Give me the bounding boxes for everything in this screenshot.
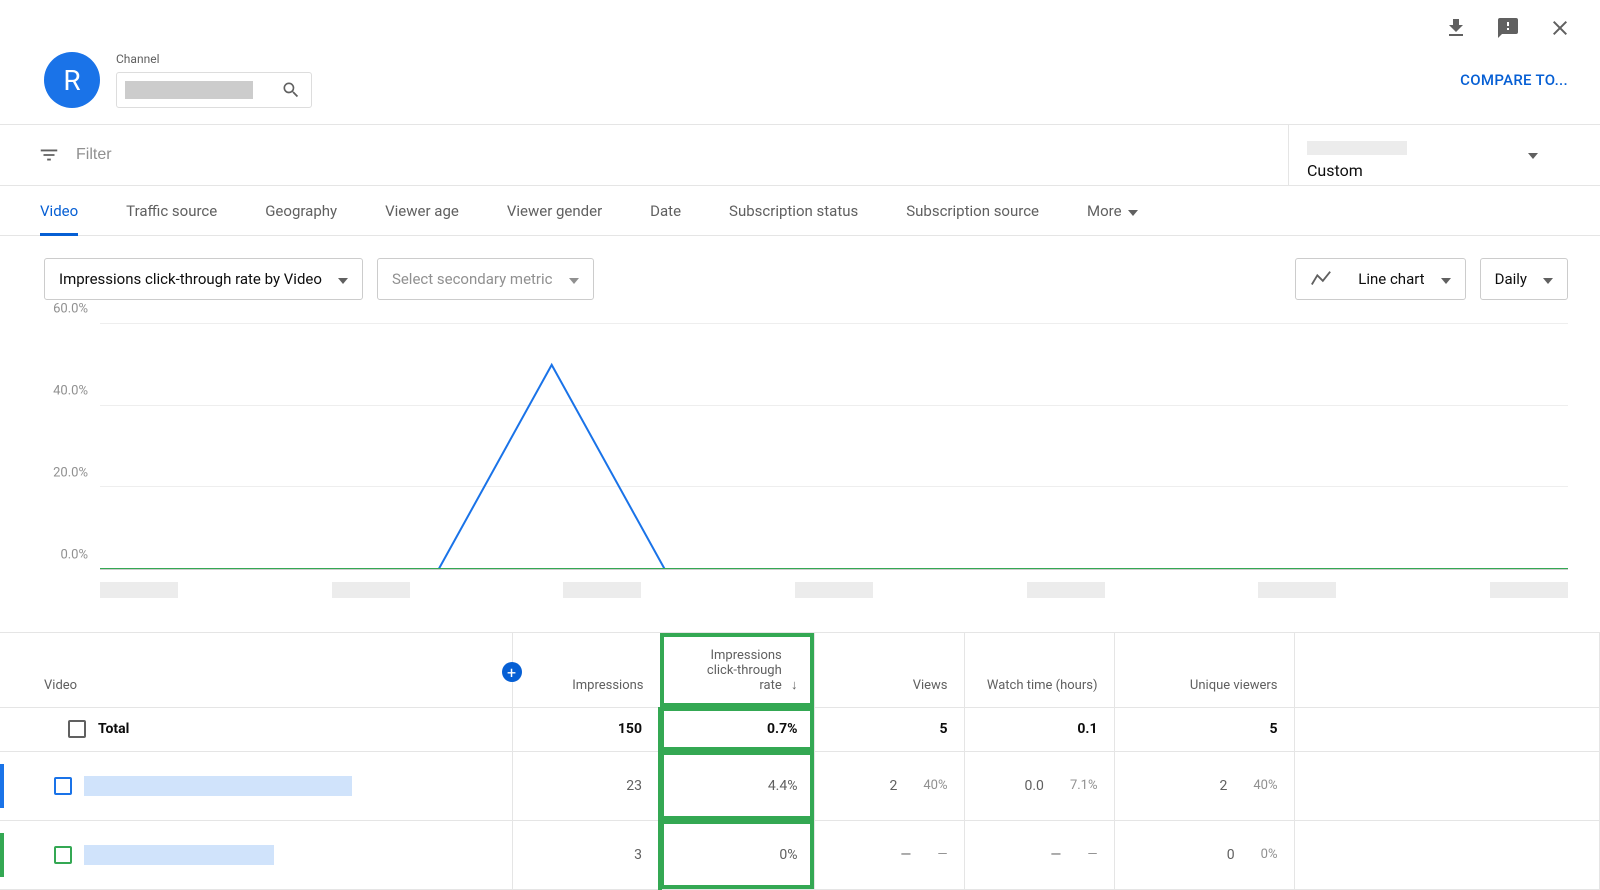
table-row[interactable]: 3 0% —— —— 00% [0,820,1600,889]
y-tick: 60.0% [53,302,88,317]
col-unique-viewers[interactable]: Unique viewers [1114,633,1294,707]
row-checkbox[interactable] [54,846,72,864]
primary-metric-dropdown[interactable]: Impressions click-through rate by Video [44,258,363,300]
tab-viewer-age[interactable]: Viewer age [385,186,459,235]
series-color-bar [0,764,4,808]
tab-geography[interactable]: Geography [265,186,337,235]
total-watch-time: 0.1 [964,707,1114,751]
sort-desc-icon: ↓ [791,678,798,693]
x-tick-redacted [1258,582,1336,598]
col-ctr-label: Impressions click-through rate [682,648,782,693]
tab-traffic-source[interactable]: Traffic source [126,186,217,235]
row-views: —— [814,820,964,889]
tab-video[interactable]: Video [40,186,78,235]
channel-name-redacted [125,81,253,99]
x-axis [100,582,1568,604]
col-video-label: Video [44,678,77,693]
chevron-down-icon [1528,147,1554,163]
metrics-table: Video + Impressions Impressions click-th… [0,633,1600,890]
date-range-selector[interactable]: Custom [1288,125,1568,185]
col-impressions[interactable]: Impressions [512,633,660,707]
y-tick: 20.0% [53,466,88,481]
x-tick-redacted [1027,582,1105,598]
row-unique: 240% [1114,751,1294,820]
tab-date[interactable]: Date [650,186,681,235]
video-title-redacted [84,776,352,796]
tab-more-label: More [1087,202,1122,220]
tab-viewer-gender[interactable]: Viewer gender [507,186,602,235]
line-chart[interactable]: 0.0% 20.0% 40.0% 60.0% [44,324,1568,604]
filter-icon[interactable] [38,144,60,166]
chart-type-label: Line chart [1358,270,1424,288]
row-unique: 00% [1114,820,1294,889]
date-range-redacted [1307,141,1407,155]
channel-search[interactable] [116,72,312,108]
checkbox-all[interactable] [68,720,86,738]
row-impressions: 3 [512,820,660,889]
row-ctr: 4.4% [660,751,814,820]
x-tick-redacted [795,582,873,598]
total-views: 5 [814,707,964,751]
chevron-down-icon [1543,270,1553,288]
table-row-total[interactable]: Total 150 0.7% 5 0.1 5 [0,707,1600,751]
col-watch-time[interactable]: Watch time (hours) [964,633,1114,707]
compare-to-button[interactable]: COMPARE TO... [1460,71,1568,89]
feedback-icon[interactable] [1496,16,1520,44]
tab-subscription-status[interactable]: Subscription status [729,186,858,235]
channel-avatar[interactable]: R [44,52,100,108]
col-video[interactable]: Video + [0,633,512,707]
row-watch-time: —— [964,820,1114,889]
total-label: Total [98,721,129,737]
channel-label: Channel [116,52,312,66]
col-spacer [1294,633,1600,707]
add-metric-button[interactable]: + [502,662,522,682]
row-views: 240% [814,751,964,820]
row-impressions: 23 [512,751,660,820]
plot-area [100,324,1568,570]
primary-metric-label: Impressions click-through rate by Video [59,270,322,288]
secondary-metric-dropdown[interactable]: Select secondary metric [377,258,594,300]
table-row[interactable]: 23 4.4% 240% 0.07.1% 240% [0,751,1600,820]
secondary-metric-label: Select secondary metric [392,270,553,288]
video-title-redacted [84,845,274,865]
chart-type-dropdown[interactable]: Line chart [1295,258,1465,300]
line-chart-icon [1310,268,1332,290]
total-impressions: 150 [512,707,660,751]
chevron-down-icon [338,270,348,288]
granularity-label: Daily [1495,270,1527,288]
y-axis: 0.0% 20.0% 40.0% 60.0% [44,324,94,570]
row-ctr: 0% [660,820,814,889]
x-tick-redacted [332,582,410,598]
series-color-bar [0,833,4,877]
total-ctr: 0.7% [660,707,814,751]
filter-input[interactable] [76,146,1288,164]
close-icon[interactable] [1548,16,1572,44]
y-tick: 40.0% [53,384,88,399]
date-range-mode: Custom [1307,161,1568,180]
chevron-down-icon [1441,270,1451,288]
tab-more[interactable]: More [1087,186,1138,235]
col-views[interactable]: Views [814,633,964,707]
download-icon[interactable] [1444,16,1468,44]
dimension-tabs: Video Traffic source Geography Viewer ag… [0,186,1600,236]
search-icon[interactable] [281,80,301,100]
granularity-dropdown[interactable]: Daily [1480,258,1568,300]
x-tick-redacted [1490,582,1568,598]
chevron-down-icon [1128,202,1138,220]
row-checkbox[interactable] [54,777,72,795]
col-ctr[interactable]: Impressions click-through rate ↓ [660,633,814,707]
x-tick-redacted [563,582,641,598]
tab-subscription-source[interactable]: Subscription source [906,186,1039,235]
row-watch-time: 0.07.1% [964,751,1114,820]
x-tick-redacted [100,582,178,598]
total-unique: 5 [1114,707,1294,751]
chevron-down-icon [569,270,579,288]
y-tick: 0.0% [60,548,88,563]
